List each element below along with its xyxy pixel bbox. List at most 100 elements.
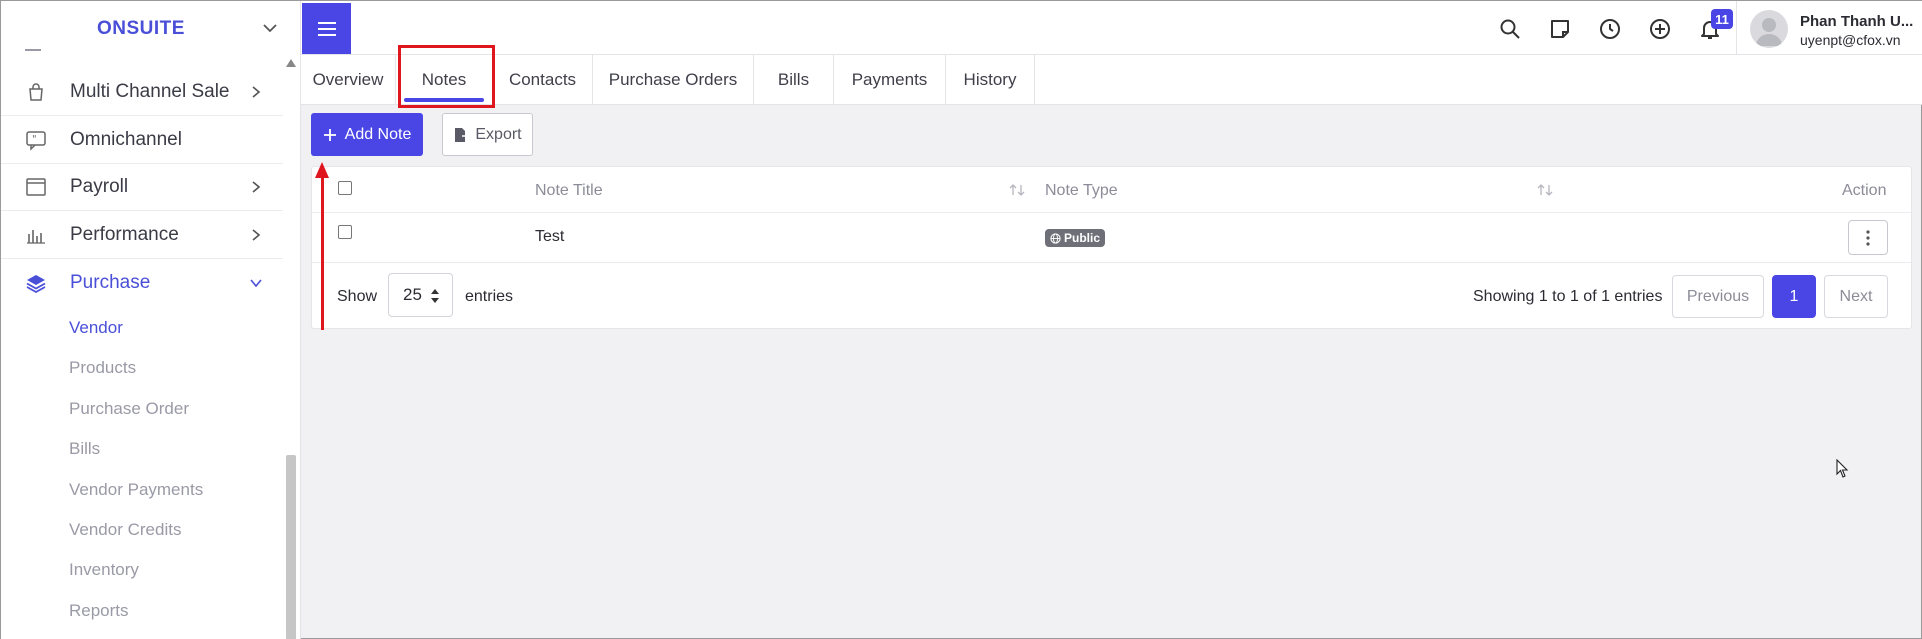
add-note-label: Add Note bbox=[344, 125, 412, 143]
sidebar-item-label: Purchase bbox=[70, 271, 151, 293]
sidebar: ONSUITE Multi Channel Sale " Omnichannel… bbox=[1, 1, 301, 639]
menu-toggle-button[interactable] bbox=[302, 3, 351, 54]
sidebar-item-omnichannel[interactable]: " Omnichannel bbox=[1, 117, 283, 164]
sidebar-item-label: Multi Channel Sale bbox=[70, 81, 230, 102]
sidebar-subitem-vendor-credits[interactable]: Vendor Credits bbox=[69, 520, 181, 540]
chevron-right-icon bbox=[252, 229, 261, 241]
tab-label: Purchase Orders bbox=[608, 70, 738, 89]
table-header-row: Note Title Note Type Action bbox=[312, 167, 1911, 213]
sidebar-item-label: Payroll bbox=[70, 176, 129, 197]
plus-circle-icon[interactable] bbox=[1648, 17, 1672, 41]
select-all-checkbox[interactable] bbox=[338, 181, 352, 195]
previous-page-button[interactable]: Previous bbox=[1672, 275, 1764, 318]
tab-label: Overview bbox=[312, 70, 384, 89]
sidebar-item-label: Performance bbox=[70, 224, 179, 245]
user-silhouette-icon bbox=[1756, 18, 1782, 46]
page-length-select[interactable]: 25 bbox=[388, 273, 453, 317]
table-info: Showing 1 to 1 of 1 entries bbox=[1473, 288, 1663, 305]
sidebar-subitem-inventory[interactable]: Inventory bbox=[69, 560, 139, 580]
table-row[interactable]: Test Public bbox=[312, 213, 1911, 263]
scrollbar-thumb[interactable] bbox=[286, 455, 296, 639]
user-email: uyenpt@cfox.vn bbox=[1800, 32, 1901, 48]
status-badge: Public bbox=[1045, 229, 1106, 247]
tab-label: Payments bbox=[851, 70, 928, 89]
row-checkbox[interactable] bbox=[338, 225, 352, 239]
previous-label: Previous bbox=[1686, 287, 1750, 305]
svg-text:": " bbox=[32, 134, 37, 145]
entries-label: entries bbox=[465, 288, 514, 305]
sticky-note-icon[interactable] bbox=[1548, 17, 1572, 41]
annotation-arrow-head bbox=[315, 162, 329, 178]
show-label: Show bbox=[337, 288, 378, 305]
chat-quote-icon: " bbox=[26, 131, 46, 151]
hamburger-icon bbox=[317, 21, 336, 36]
sidebar-subitem-vendor[interactable]: Vendor bbox=[69, 318, 123, 338]
vendor-tabs: Overview Notes Contacts Purchase Orders … bbox=[301, 55, 1922, 105]
sidebar-subitem-products[interactable]: Products bbox=[69, 358, 136, 378]
note-title-cell[interactable]: Test bbox=[535, 228, 564, 246]
plus-icon bbox=[323, 128, 336, 141]
sidebar-scrollbar[interactable] bbox=[285, 57, 297, 639]
window-icon bbox=[26, 178, 46, 196]
page-1-button[interactable]: 1 bbox=[1772, 275, 1816, 318]
avatar[interactable] bbox=[1750, 10, 1788, 48]
divider bbox=[1736, 1, 1737, 55]
sort-icon[interactable] bbox=[1536, 183, 1554, 197]
select-arrows-icon bbox=[431, 289, 439, 303]
search-icon[interactable] bbox=[1498, 17, 1522, 41]
clock-icon[interactable] bbox=[1598, 17, 1622, 41]
bar-chart-icon bbox=[27, 230, 45, 244]
notification-badge: 11 bbox=[1711, 9, 1733, 29]
sidebar-subitem-reports[interactable]: Reports bbox=[69, 601, 129, 621]
top-header: 11 Phan Thanh U... uyenpt@cfox.vn bbox=[301, 1, 1922, 55]
globe-icon bbox=[1050, 232, 1061, 244]
layers-icon bbox=[26, 274, 46, 293]
page-number: 1 bbox=[1789, 287, 1799, 305]
sidebar-item-payroll[interactable]: Payroll bbox=[1, 164, 283, 211]
export-label: Export bbox=[475, 125, 522, 143]
tab-label: History bbox=[963, 70, 1017, 89]
file-export-icon bbox=[455, 127, 470, 142]
annotation-highlight-box bbox=[398, 45, 495, 108]
sidebar-item-label: Omnichannel bbox=[70, 129, 182, 150]
row-actions-button[interactable] bbox=[1848, 220, 1888, 255]
tab-payments[interactable]: Payments bbox=[834, 55, 946, 105]
add-note-button[interactable]: Add Note bbox=[311, 113, 423, 156]
sidebar-item-purchase[interactable]: Purchase bbox=[1, 259, 283, 306]
user-name[interactable]: Phan Thanh U... bbox=[1800, 13, 1913, 30]
scroll-up-icon[interactable] bbox=[286, 59, 296, 67]
page-length-value: 25 bbox=[403, 285, 422, 304]
export-button[interactable]: Export bbox=[442, 113, 533, 156]
tab-overview[interactable]: Overview bbox=[301, 55, 396, 105]
sidebar-subitem-vendor-payments[interactable]: Vendor Payments bbox=[69, 480, 203, 500]
annotation-arrow-shaft bbox=[321, 173, 324, 330]
sidebar-subitem-purchase-order[interactable]: Purchase Order bbox=[69, 399, 189, 419]
column-header-action: Action bbox=[1842, 182, 1887, 199]
tab-label: Contacts bbox=[508, 70, 577, 89]
tab-purchase-orders[interactable]: Purchase Orders bbox=[593, 55, 754, 105]
tab-label: Bills bbox=[777, 70, 810, 89]
chevron-down-icon bbox=[250, 278, 262, 287]
next-page-button[interactable]: Next bbox=[1824, 275, 1888, 318]
chevron-right-icon bbox=[252, 181, 261, 193]
chevron-down-icon[interactable] bbox=[261, 19, 279, 37]
note-type-label: Public bbox=[1064, 231, 1101, 245]
divider bbox=[25, 49, 41, 51]
mouse-cursor-icon bbox=[1836, 459, 1849, 478]
kebab-menu-icon bbox=[1866, 229, 1870, 246]
chevron-right-icon bbox=[252, 86, 261, 98]
brand-header[interactable]: ONSUITE bbox=[1, 1, 281, 57]
notes-table-card: Note Title Note Type Action Test Public bbox=[311, 166, 1912, 329]
tab-history[interactable]: History bbox=[946, 55, 1035, 105]
tab-bills[interactable]: Bills bbox=[754, 55, 834, 105]
sidebar-item-performance[interactable]: Performance bbox=[1, 212, 283, 259]
bag-icon bbox=[29, 83, 43, 101]
tab-contacts[interactable]: Contacts bbox=[493, 55, 593, 105]
sidebar-subitem-bills[interactable]: Bills bbox=[69, 439, 100, 459]
sidebar-item-multi-channel-sale[interactable]: Multi Channel Sale bbox=[1, 69, 283, 116]
column-header-note-type[interactable]: Note Type bbox=[1045, 182, 1118, 200]
brand-name: ONSUITE bbox=[97, 18, 185, 39]
sort-icon[interactable] bbox=[1008, 183, 1026, 197]
next-label: Next bbox=[1839, 287, 1873, 305]
column-header-note-title[interactable]: Note Title bbox=[535, 182, 603, 200]
